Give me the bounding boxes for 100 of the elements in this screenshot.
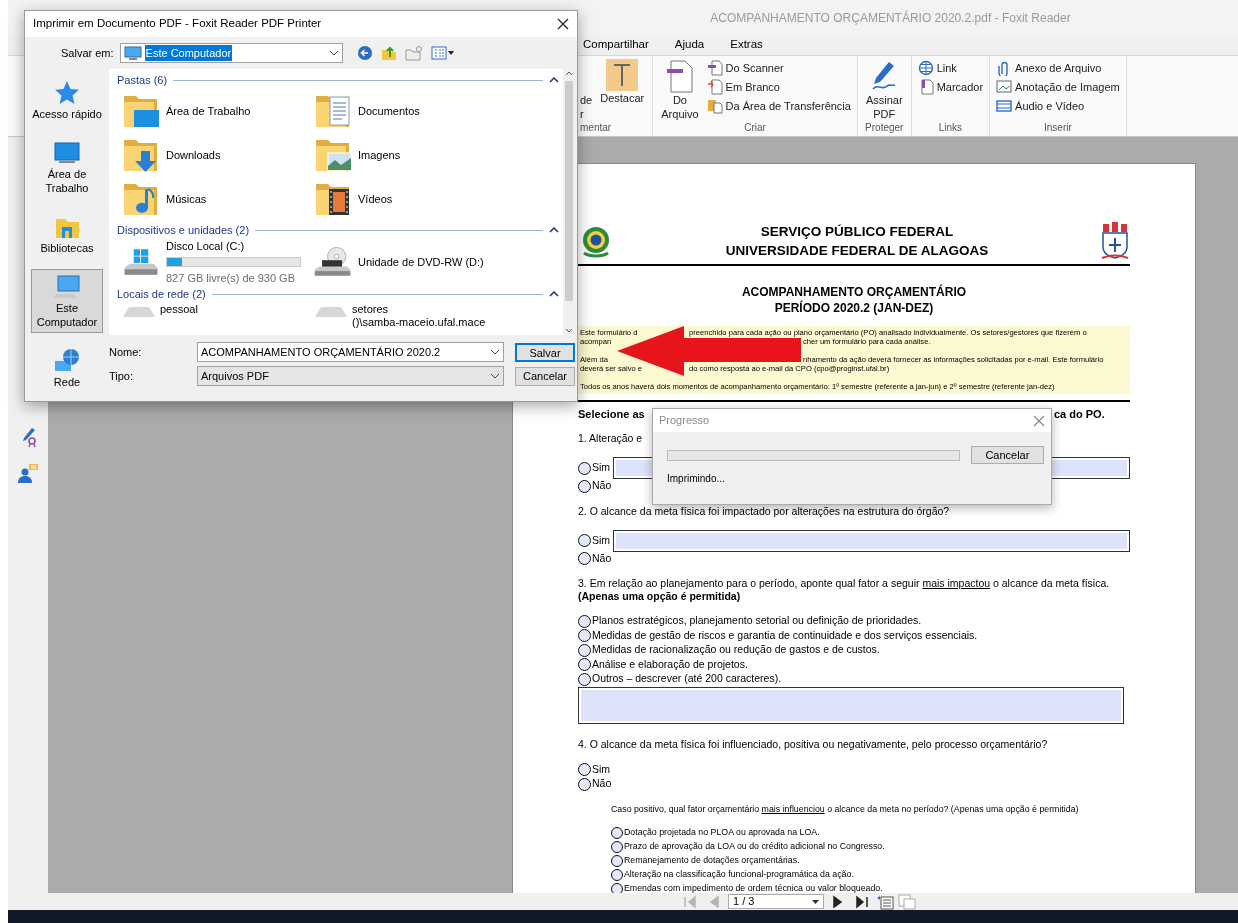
- ribbon-button[interactable]: Em Branco: [706, 78, 851, 96]
- page-number-field[interactable]: 1 / 3: [728, 894, 824, 909]
- option-label: Remanejamento de dotações orçamentárias.: [624, 853, 800, 867]
- close-icon: [557, 18, 569, 30]
- item-detail: 827 GB livre(s) de 930 GB: [166, 271, 296, 286]
- item-label[interactable]: setores: [352, 303, 486, 316]
- radio-button[interactable]: [578, 629, 591, 643]
- radio-button[interactable]: [611, 854, 623, 867]
- item-label[interactable]: Unidade de DVD-RW (D:): [358, 253, 484, 271]
- item-label[interactable]: Vídeos: [358, 190, 393, 208]
- instruction-text: (Apenas uma opção é permitida): [578, 590, 742, 603]
- radio-button[interactable]: [578, 479, 591, 493]
- radio-button[interactable]: [611, 840, 623, 853]
- item-label[interactable]: Área de Trabalho: [166, 102, 251, 120]
- ribbon-button[interactable]: Marcador: [917, 78, 984, 96]
- question-text: 1. Alteração e: [578, 432, 644, 445]
- filename-field[interactable]: ACOMPANHAMENTO ORÇAMENTÁRIO 2020.2: [197, 342, 504, 362]
- place-item[interactable]: Acesso rápido: [31, 75, 103, 125]
- radio-button[interactable]: [578, 534, 591, 547]
- back-icon: [356, 45, 373, 61]
- ribbon-button[interactable]: Da Área de Transferência: [706, 97, 851, 115]
- radio-button[interactable]: [611, 868, 623, 881]
- radio-button[interactable]: [578, 777, 591, 791]
- item-label[interactable]: Imagens: [358, 146, 401, 164]
- cancel-button[interactable]: Cancelar: [515, 366, 575, 386]
- item-label[interactable]: pessoal: [160, 303, 198, 316]
- view-menu-icon: [430, 46, 455, 60]
- file-icon: [706, 60, 723, 76]
- computer-icon: [53, 273, 81, 301]
- option-label: Análise e elaboração de projetos.: [592, 656, 748, 672]
- option-label: Planos estratégicos, planejamento setorial ou definição de prioridades.: [592, 613, 922, 629]
- chevron-down-icon: [328, 50, 339, 56]
- option-label: Não: [592, 550, 612, 566]
- section-header[interactable]: Dispositivos e unidades (2): [117, 221, 250, 239]
- page-layout-icon: [876, 893, 894, 910]
- dropdown-caret-icon: [812, 899, 819, 904]
- ribbon-button[interactable]: Link: [917, 59, 984, 77]
- ribbon-button[interactable]: Assinar PDF: [863, 59, 905, 122]
- section-header[interactable]: Pastas (6): [117, 71, 168, 89]
- menu-tab[interactable]: Extras: [717, 36, 776, 54]
- scroll-down-icon: [565, 327, 573, 335]
- option-label: Não: [592, 776, 612, 792]
- radio-button[interactable]: [578, 763, 591, 777]
- header-title: UNIVERSIDADE FEDERAL DE ALAGOAS: [724, 242, 990, 260]
- answer-box[interactable]: [613, 529, 1130, 552]
- cancel-button[interactable]: Cancelar: [970, 446, 1044, 464]
- place-item[interactable]: Rede: [31, 343, 103, 393]
- user-comment-icon: [18, 463, 38, 483]
- clipboard-icon: [706, 98, 723, 114]
- item-label[interactable]: Downloads: [166, 146, 221, 164]
- item-label[interactable]: Documentos: [358, 102, 420, 120]
- ribbon-button[interactable]: Do Arquivo: [659, 59, 701, 122]
- radio-button[interactable]: [578, 643, 591, 657]
- section-header[interactable]: Locais de rede (2): [117, 285, 206, 303]
- header-title: SERVIÇO PÚBLICO FEDERAL: [759, 223, 955, 241]
- field-label: Tipo:: [109, 368, 135, 384]
- save-button[interactable]: Salvar: [515, 342, 575, 362]
- radio-button[interactable]: [578, 461, 591, 475]
- ribbon-button[interactable]: Anotação de Imagem: [996, 78, 1120, 96]
- option-label: Não: [592, 478, 612, 494]
- radio-button[interactable]: [578, 672, 591, 686]
- ribbon-button[interactable]: Do Scanner: [706, 59, 851, 77]
- place-item[interactable]: Área de Trabalho: [31, 135, 103, 199]
- ribbon-button[interactable]: Anexo de Arquivo: [996, 59, 1120, 77]
- option-label: Sim: [592, 532, 611, 548]
- field-label: Nome:: [109, 344, 143, 360]
- chevron-down-icon: [490, 349, 500, 355]
- radio-button[interactable]: [611, 826, 623, 839]
- item-label[interactable]: Disco Local (C:): [166, 237, 301, 254]
- place-item[interactable]: Este Computador: [31, 269, 103, 333]
- shield-icon: [1100, 222, 1130, 260]
- scroll-up-icon: [565, 69, 573, 77]
- radio-button[interactable]: [578, 552, 591, 566]
- ribbon-label: de r: [580, 93, 593, 122]
- group-label: Proteger: [864, 122, 905, 134]
- highlight-icon: [605, 59, 640, 91]
- option-label: Outros – descrever (até 200 caracteres).: [592, 671, 782, 687]
- image-icon: [996, 79, 1013, 95]
- new-folder-icon: [404, 45, 423, 61]
- file-icon: [664, 59, 695, 93]
- file-type-dropdown[interactable]: Arquivos PDF: [197, 366, 504, 386]
- group-label: Inserir: [1043, 122, 1073, 134]
- ribbon-button[interactable]: Áudio e Vídeo: [996, 97, 1120, 115]
- file-icon: [706, 79, 723, 95]
- ribbon-button[interactable]: Destacar: [598, 59, 647, 122]
- option-label: Emendas com impedimento de ordem técnica ou valor bloqueado.: [624, 881, 883, 893]
- item-label[interactable]: Músicas: [166, 190, 207, 208]
- option-label: Medidas de racionalização ou redução de gastos e de custos.: [592, 642, 880, 658]
- option-label: Sim: [592, 460, 611, 476]
- option-label: Dotação projetada no PLOA ou aprovada na LOA.: [624, 825, 820, 839]
- radio-button[interactable]: [578, 658, 591, 672]
- computer-icon: [123, 46, 142, 60]
- menu-tab[interactable]: Ajuda: [661, 36, 718, 54]
- location-dropdown[interactable]: Este Computador: [119, 43, 343, 63]
- section-heading: Selecione as: [578, 408, 645, 421]
- answer-box[interactable]: [578, 686, 1124, 724]
- item-detail: ()\samba-maceio.ufal.mace: [352, 316, 486, 329]
- radio-button[interactable]: [578, 614, 591, 628]
- place-item[interactable]: Bibliotecas: [31, 209, 103, 259]
- question-text: 2. O alcance da meta física foi impactado por alterações na estrutura do órgão?: [578, 504, 951, 518]
